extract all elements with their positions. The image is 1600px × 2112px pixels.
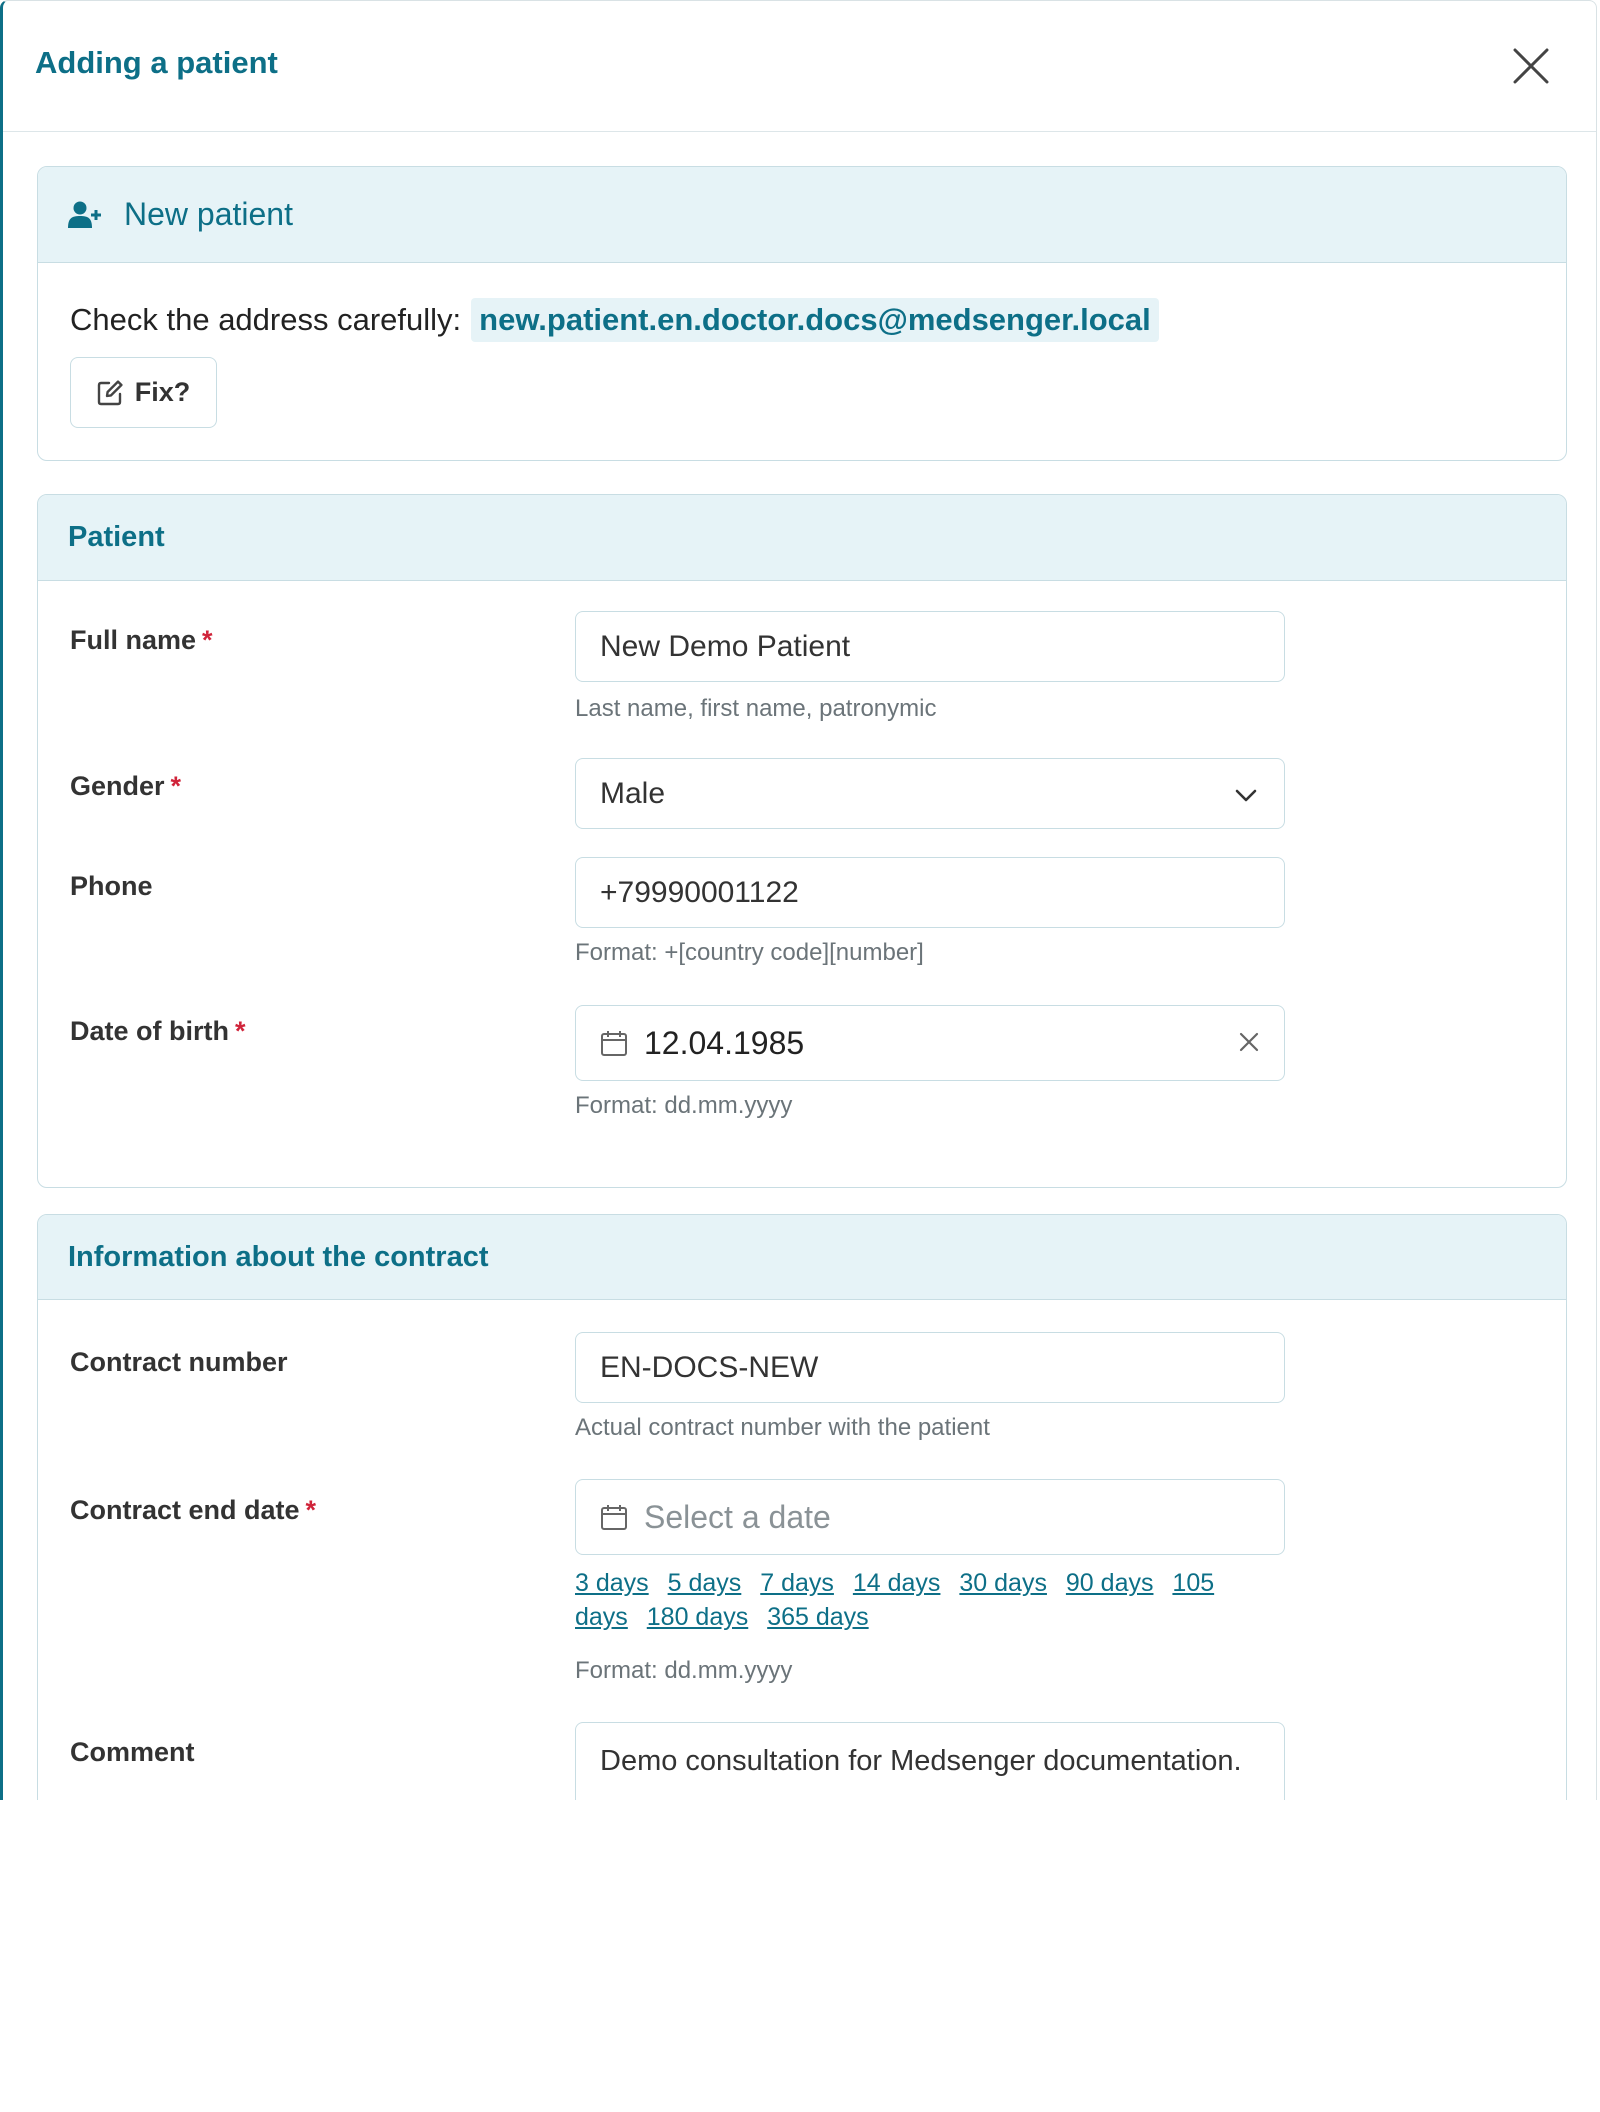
close-button[interactable]	[1510, 45, 1552, 87]
dob-value: 12.04.1985	[644, 1024, 805, 1061]
contract-number-hint: Actual contract number with the patient	[575, 1414, 990, 1441]
contract-end-date-hint: Format: dd.mm.yyyy	[575, 1657, 793, 1684]
dob-input[interactable]: 12.04.1985	[575, 1005, 1285, 1081]
contract-card: Information about the contract Contract …	[37, 1214, 1567, 1800]
contract-end-date-label: Contract end date *	[70, 1495, 317, 1525]
email-check-label: Check the address carefully:	[70, 302, 462, 337]
patient-section-header: Patient	[38, 495, 1566, 581]
contract-end-date-input[interactable]: Select a date	[575, 1479, 1285, 1555]
clear-icon	[1239, 1032, 1259, 1051]
quick-14-days[interactable]: 14 days	[853, 1569, 941, 1597]
new-patient-title: New patient	[124, 196, 293, 232]
patient-card: Patient Full name* Last name, first name…	[37, 494, 1567, 1188]
edit-icon	[97, 379, 123, 405]
phone-label: Phone	[70, 871, 153, 901]
required-marker: *	[305, 1495, 317, 1525]
required-marker: *	[235, 1016, 246, 1046]
quick-7-days[interactable]: 7 days	[760, 1569, 834, 1597]
phone-input[interactable]	[575, 857, 1285, 928]
comment-input[interactable]: Demo consultation for Medsenger document…	[575, 1722, 1285, 1800]
fix-email-button[interactable]: Fix?	[70, 357, 217, 428]
quick-180-days[interactable]: 180 days	[647, 1603, 748, 1631]
modal-header: Adding a patient	[3, 1, 1596, 132]
calendar-icon	[601, 1505, 627, 1530]
quick-3-days[interactable]: 3 days	[575, 1569, 649, 1597]
patient-email: new.patient.en.doctor.docs@medsenger.loc…	[471, 298, 1159, 342]
quick-5-days[interactable]: 5 days	[668, 1569, 742, 1597]
contract-section-title: Information about the contract	[68, 1240, 489, 1273]
contract-section-header: Information about the contract	[38, 1215, 1566, 1300]
modal-title: Adding a patient	[35, 45, 278, 80]
dob-hint: Format: dd.mm.yyyy	[575, 1092, 793, 1119]
email-check-row: Check the address carefully: new.patient…	[70, 298, 1159, 342]
user-plus-icon	[68, 201, 101, 228]
chevron-down-icon	[1235, 789, 1257, 802]
full-name-label: Full name *	[70, 625, 213, 655]
phone-hint: Format: +[country code][number]	[575, 939, 924, 966]
quick-365-days[interactable]: 365 days	[767, 1603, 868, 1631]
comment-label: Comment	[70, 1737, 195, 1767]
full-name-hint: Last name, first name, patronymic	[575, 695, 937, 722]
quick-duration-links: 3 days 5 days 7 days 14 days 30 days 90 …	[575, 1566, 1235, 1634]
add-patient-modal: Adding a patient New patient Check the a…	[0, 0, 1597, 1800]
gender-label: Gender *	[70, 771, 182, 801]
fix-email-label: Fix?	[134, 377, 191, 407]
contract-end-date-placeholder: Select a date	[644, 1498, 831, 1535]
clear-date-button[interactable]	[1238, 1031, 1260, 1056]
new-patient-header: New patient	[38, 167, 1566, 263]
calendar-icon	[601, 1031, 627, 1056]
contract-number-label: Contract number	[70, 1347, 288, 1377]
required-marker: *	[202, 625, 213, 655]
new-patient-card: New patient Check the address carefully:…	[37, 166, 1567, 461]
close-icon	[1513, 48, 1549, 84]
quick-30-days[interactable]: 30 days	[959, 1569, 1047, 1597]
patient-section-title: Patient	[68, 521, 165, 553]
dob-label: Date of birth *	[70, 1016, 246, 1046]
gender-select[interactable]: Male	[575, 758, 1285, 829]
quick-90-days[interactable]: 90 days	[1066, 1569, 1154, 1597]
gender-value: Male	[600, 776, 666, 810]
contract-number-input[interactable]	[575, 1332, 1285, 1403]
full-name-input[interactable]	[575, 611, 1285, 682]
required-marker: *	[170, 771, 182, 801]
